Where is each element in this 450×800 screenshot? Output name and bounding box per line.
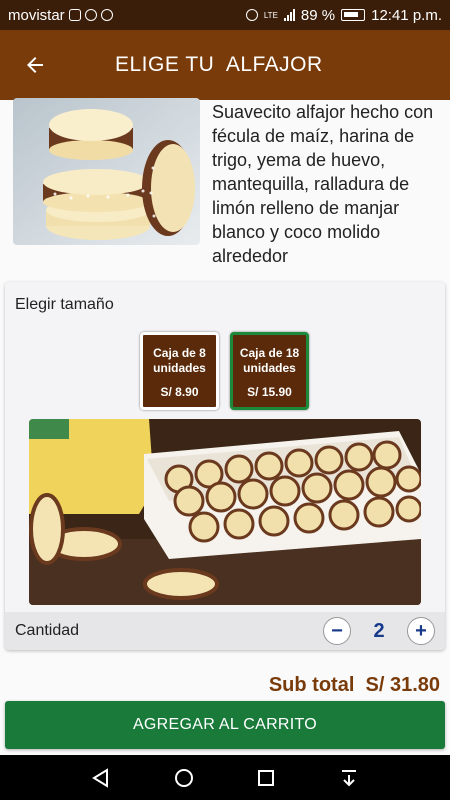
nav-back-button[interactable] — [87, 764, 115, 792]
screen-icon — [68, 9, 81, 21]
subtotal: Sub total S/ 31.80 — [268, 674, 440, 696]
network-type: LTE — [263, 10, 278, 20]
quantity-bar: Cantidad − 2 + — [5, 612, 445, 650]
add-to-cart-button[interactable]: AGREGAR AL CARRITO — [5, 701, 445, 749]
notification-icon — [100, 9, 113, 21]
pull-down-icon — [341, 769, 356, 786]
size-option-8[interactable]: Caja de 8 unidades S/ 8.90 — [140, 332, 219, 410]
alarm-icon — [245, 9, 258, 21]
increase-quantity-button[interactable]: + — [407, 617, 435, 645]
nav-recents-button[interactable] — [252, 764, 280, 792]
status-bar: movistar LTE 89 % 12:41 p.m. — [0, 0, 450, 30]
size-selection-card: Elegir tamaño Caja de 8 unidades S/ 8.90… — [5, 282, 445, 650]
clock: 12:41 p.m. — [371, 6, 442, 24]
size-option-price: S/ 8.90 — [160, 385, 199, 399]
size-label: Elegir tamaño — [15, 296, 114, 313]
circle-home-icon — [174, 768, 193, 787]
battery-icon — [341, 9, 366, 21]
nav-notifications-button[interactable] — [335, 764, 363, 792]
quantity-value: 2 — [373, 619, 385, 642]
size-option-18[interactable]: Caja de 18 unidades S/ 15.90 — [230, 332, 309, 410]
decrease-quantity-button[interactable]: − — [323, 617, 351, 645]
product-image — [13, 98, 200, 245]
quantity-label: Cantidad — [15, 622, 80, 639]
size-option-name: Caja de 8 unidades — [153, 346, 206, 375]
size-option-name: Caja de 18 unidades — [239, 346, 300, 375]
whatsapp-icon — [84, 9, 97, 21]
size-option-price: S/ 15.90 — [247, 385, 292, 399]
signal-icon — [283, 9, 295, 21]
page-title: ELIGE TU ALFAJOR — [115, 53, 323, 76]
nav-home-button[interactable] — [170, 764, 198, 792]
back-button[interactable] — [0, 30, 70, 100]
system-nav-bar — [0, 755, 450, 800]
square-recents-icon — [258, 769, 275, 786]
app-bar: ELIGE TU ALFAJOR — [0, 30, 450, 100]
carrier-name: movistar — [8, 6, 65, 24]
battery-percent: 89 % — [300, 6, 336, 24]
box-image — [29, 419, 421, 605]
product-description: Suavecito alfajor hecho con fécula de ma… — [212, 102, 434, 266]
quantity-stepper: − 2 + — [323, 617, 435, 645]
arrow-back-icon — [27, 57, 43, 73]
triangle-back-icon — [92, 767, 109, 788]
